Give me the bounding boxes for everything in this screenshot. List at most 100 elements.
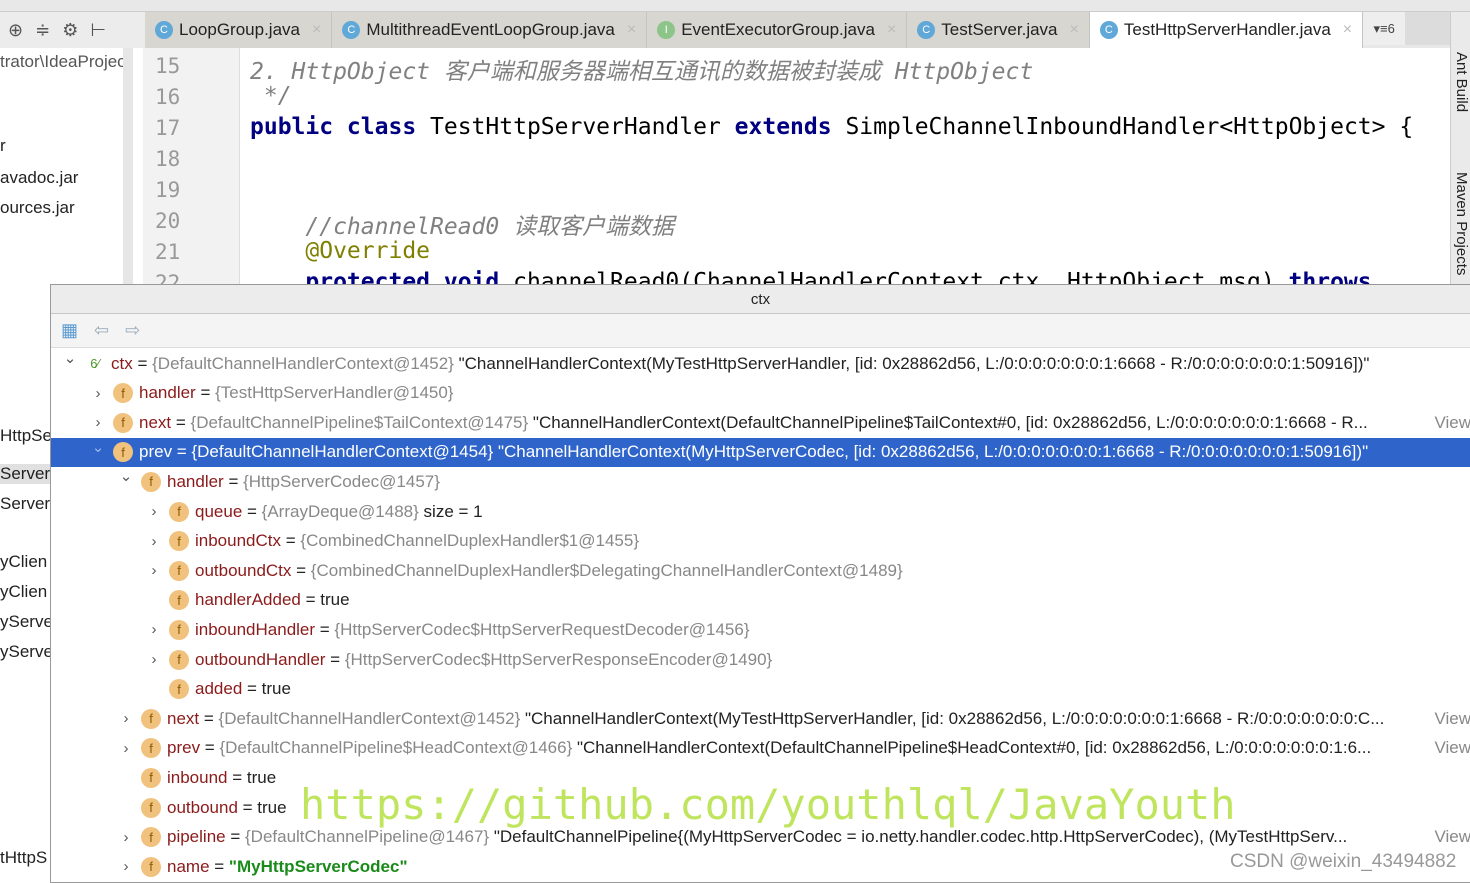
tree-text: prev = {DefaultChannelHandlerContext@145… [139,442,1369,462]
view-link[interactable]: View [1430,708,1470,729]
var-type: {DefaultChannelPipeline$TailContext@1475… [190,412,529,432]
field-icon: f [169,679,189,700]
field-icon: f [141,708,161,729]
tree-row[interactable]: › f next = {DefaultChannelPipeline$TailCon… [51,408,1470,437]
var-value: "ChannelHandlerContext(MyTestHttpServerH… [525,708,1385,728]
tab-0[interactable]: C LoopGroup.java × [145,12,333,48]
field-icon: f [141,797,161,818]
chevron-right-icon[interactable]: › [147,503,161,520]
tree-text: pipeline = {DefaultChannelPipeline@1467}… [167,827,1348,847]
view-link[interactable]: View [1430,412,1470,433]
var-name: added [195,679,243,699]
field-icon: f [141,827,161,848]
close-icon[interactable]: × [1343,21,1352,39]
right-tool-strip: Ant Build Maven Projects [1450,12,1470,284]
tab-4[interactable]: C TestHttpServerHandler.java × [1089,12,1364,48]
tree-row[interactable]: f added = true [51,675,1470,704]
project-item[interactable]: HttpSe [0,426,52,446]
chevron-down-icon[interactable]: ⌄ [119,467,133,485]
var-name: outbound [167,797,238,817]
chevron-right-icon[interactable]: › [147,533,161,550]
field-icon: f [141,471,161,492]
var-value: true [320,590,350,610]
class-icon: C [917,21,936,39]
project-item[interactable]: yServe [0,642,53,662]
tree-row[interactable]: ⌄ 6⁄ ctx = {DefaultChannelHandlerContext@1… [51,349,1470,378]
tree-text: prev = {DefaultChannelPipeline$HeadConte… [167,738,1372,758]
field-icon: f [169,560,189,581]
project-item[interactable]: Server [0,494,50,514]
maven-projects-tab[interactable]: Maven Projects [1453,172,1470,275]
tree-row[interactable]: › f outboundHandler = {HttpServerCodec$Htt… [51,645,1470,674]
project-item[interactable]: r [0,136,6,156]
chevron-right-icon[interactable]: › [147,621,161,638]
chevron-down-icon[interactable]: ⌄ [63,349,77,367]
tree-row[interactable]: ⌄ f prev = {DefaultChannelHandlerContext@1… [51,437,1470,467]
chevron-right-icon[interactable]: › [119,710,133,727]
hide-icon[interactable]: ⊢ [90,20,106,41]
project-path: trator\IdeaProject [0,52,131,71]
var-name: prev [167,738,201,758]
close-icon[interactable]: × [312,21,321,39]
code-editor[interactable]: 2. HttpObject 客户端和服务器端相互通讯的数据被封装成 HttpOb… [241,48,1450,284]
tree-row[interactable]: › f handler = {TestHttpServerHandler@1450} [51,379,1470,408]
tree-row[interactable]: › f prev = {DefaultChannelPipeline$HeadCon… [51,734,1470,763]
var-name: outboundCtx [195,560,292,580]
tree-row[interactable]: › f inboundHandler = {HttpServerCodec$Http… [51,615,1470,644]
view-link[interactable]: View [1430,827,1470,848]
line-number: 16 [155,85,181,109]
chevron-right-icon[interactable]: › [147,651,161,668]
tree-text: next = {DefaultChannelPipeline$TailConte… [139,412,1368,432]
chevron-right-icon[interactable]: › [147,562,161,579]
line-number: 19 [155,178,181,202]
project-item[interactable]: yServe [0,612,53,632]
project-item[interactable]: avadoc.jar [0,168,78,188]
var-type: {DefaultChannelHandlerContext@1454} [191,442,494,462]
field-icon: f [169,619,189,640]
close-icon[interactable]: × [627,21,636,39]
ant-build-tab[interactable]: Ant Build [1453,52,1470,112]
close-icon[interactable]: × [1070,21,1079,39]
chevron-right-icon[interactable]: › [119,740,133,757]
gear-icon[interactable]: ⚙ [62,20,78,41]
line-number: 21 [155,240,181,264]
tab-1[interactable]: C MultithreadEventLoopGroup.java × [332,12,648,48]
project-item[interactable]: ources.jar [0,198,75,218]
project-item[interactable]: tHttpS [0,848,47,868]
collapse-icon[interactable]: ≑ [35,20,50,41]
project-item[interactable]: yClien [0,582,47,602]
tree-text: ctx = {DefaultChannelHandlerContext@1452… [111,353,1370,373]
editor-tabs: C LoopGroup.java × C MultithreadEventLoopGro… [145,12,1450,48]
var-type: {HttpServerCodec$HttpServerRequestDecode… [334,619,750,639]
field-icon: f [141,856,161,877]
chevron-right-icon[interactable]: › [119,858,133,875]
forward-icon[interactable]: ⇨ [125,320,140,341]
class-icon: C [1099,21,1118,39]
locate-icon[interactable]: ⊕ [8,20,23,41]
project-item[interactable]: Server [0,464,51,484]
chevron-down-icon[interactable]: ⌄ [91,438,105,456]
tree-text: name = "MyHttpServerCodec" [167,856,408,876]
tab-overflow-button[interactable]: ▾≡ 6 [1363,12,1406,45]
project-item[interactable]: yClien [0,552,47,572]
object-icon[interactable]: ▦ [61,320,78,341]
var-name: outboundHandler [195,649,326,669]
chevron-right-icon[interactable]: › [91,385,105,402]
tree-row[interactable]: ⌄ f handler = {HttpServerCodec@1457} [51,467,1470,496]
tab-count: 6 [1387,21,1395,36]
tab-2[interactable]: I EventExecutorGroup.java × [647,12,908,48]
chevron-right-icon[interactable]: › [119,829,133,846]
view-link[interactable]: View [1430,738,1470,759]
tree-row[interactable]: › f inboundCtx = {CombinedChannelDuplexHan… [51,527,1470,556]
back-icon[interactable]: ⇦ [94,320,109,341]
var-value: "ChannelHandlerContext(MyTestHttpServerH… [458,353,1370,373]
tree-row[interactable]: › f queue = {ArrayDeque@1488} size = 1 [51,497,1470,526]
close-icon[interactable]: × [887,21,896,39]
field-icon: f [141,738,161,759]
tree-row[interactable]: › f outboundCtx = {CombinedChannelDuplexHa… [51,556,1470,585]
tree-row[interactable]: › f next = {DefaultChannelHandlerContext@1… [51,704,1470,733]
chevron-right-icon[interactable]: › [91,414,105,431]
tree-row[interactable]: f handlerAdded = true [51,586,1470,615]
code-token: //channelRead0 读取客户端数据 [250,214,675,240]
tab-3[interactable]: C TestServer.java × [907,12,1090,48]
